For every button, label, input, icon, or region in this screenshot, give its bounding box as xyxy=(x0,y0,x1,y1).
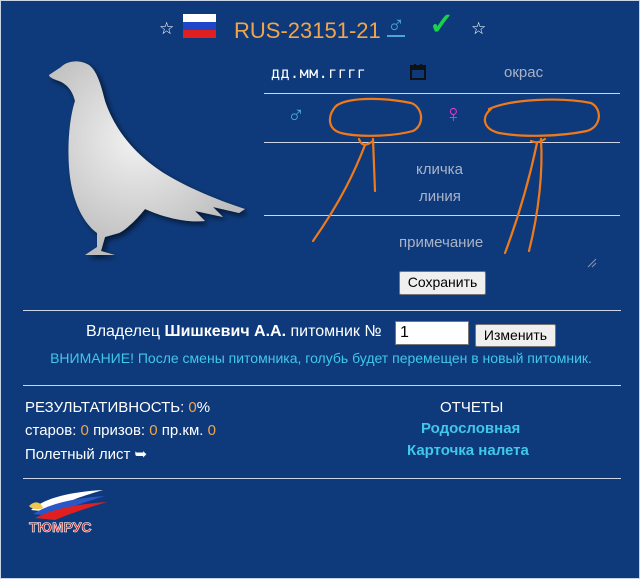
logo-text: ТЮМРУС xyxy=(29,519,92,535)
birth-date-input[interactable]: дд.мм.гггг xyxy=(271,64,366,82)
change-kennel-button[interactable]: Изменить xyxy=(475,324,556,347)
starts-value: 0 xyxy=(80,422,89,439)
kennel-warning: ВНИМАНИЕ! После смены питомника, голубь … xyxy=(50,350,592,366)
pedigree-link[interactable]: Родословная xyxy=(421,420,520,437)
divider xyxy=(23,478,621,479)
annotation-scribbles xyxy=(311,97,600,255)
kennel-number-input[interactable]: 1 xyxy=(395,321,469,345)
kennel-label: питомник № xyxy=(290,323,382,340)
flight-card-link[interactable]: Карточка налета xyxy=(407,442,529,459)
reports-title: ОТЧЕТЫ xyxy=(440,399,504,416)
owner-label: Владелец xyxy=(86,323,161,340)
check-icon: ✓ xyxy=(429,8,455,41)
calendar-icon[interactable] xyxy=(409,63,427,81)
star-icon-right: ☆ xyxy=(471,19,487,38)
color-input[interactable]: окрас xyxy=(504,64,543,81)
prizes-label: призов: xyxy=(93,422,146,439)
ring-number: RUS-23151-21 xyxy=(234,18,381,43)
prkm-label: пр.км. xyxy=(161,422,204,439)
star-icon-left: ☆ xyxy=(159,19,175,38)
tyumrus-logo[interactable]: ТЮМРУС xyxy=(23,488,109,542)
prizes-value: 0 xyxy=(149,422,158,439)
performance-unit: % xyxy=(196,399,211,416)
divider xyxy=(23,385,621,386)
pigeon-card-panel: ☆ RUS-23151-21 ♂ ✓ ☆ дд.мм.гггг окрас ♂ … xyxy=(0,0,640,579)
flight-sheet-link[interactable]: Полетный лист ➥ xyxy=(25,445,147,463)
arrow-right-icon: ➥ xyxy=(134,446,148,463)
owner-name: Шишкевич А.А. xyxy=(164,323,287,340)
russia-flag-icon xyxy=(183,14,216,38)
pigeon-silhouette-icon xyxy=(49,61,245,255)
starts-stat: старов: 0 призов: 0 пр.км. 0 xyxy=(25,422,216,439)
flight-sheet-label: Полетный лист xyxy=(25,446,131,463)
performance-value: 0 xyxy=(188,399,197,416)
performance-stat: РЕЗУЛЬТАТИВНОСТЬ: 0% xyxy=(25,399,210,416)
performance-label: РЕЗУЛЬТАТИВНОСТЬ: xyxy=(25,399,185,416)
divider xyxy=(23,310,621,311)
male-icon-header[interactable]: ♂ xyxy=(387,12,405,40)
save-button[interactable]: Сохранить xyxy=(399,271,486,295)
prkm-value: 0 xyxy=(207,422,216,439)
starts-label: старов: xyxy=(25,422,77,439)
